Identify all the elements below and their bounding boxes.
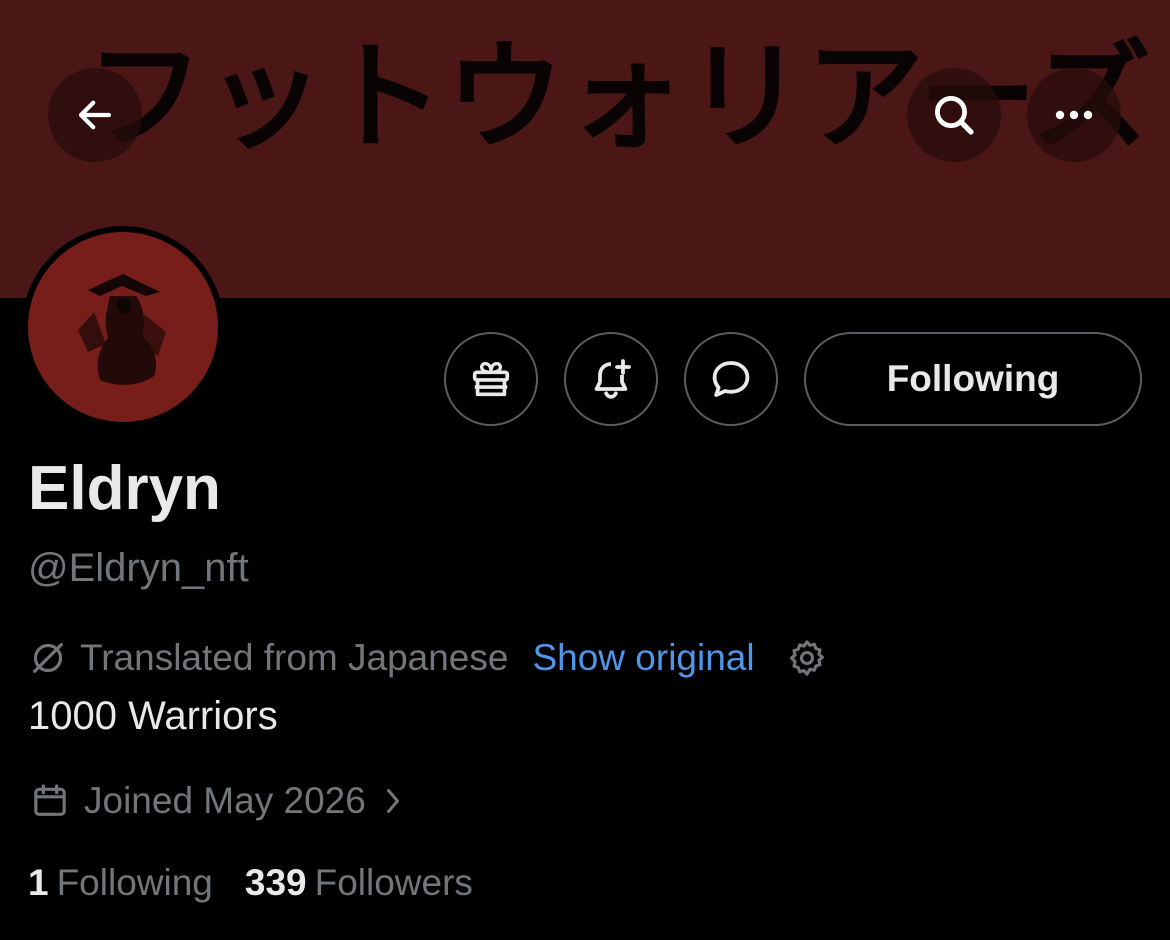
- gift-button[interactable]: [444, 332, 538, 426]
- gift-icon: [472, 362, 510, 397]
- avatar[interactable]: [22, 226, 224, 428]
- bell-plus-icon: [594, 359, 631, 399]
- joined-date: Joined May 2026: [84, 780, 366, 821]
- translate-icon: [33, 643, 63, 673]
- warrior-silhouette-icon: [78, 274, 166, 385]
- translation-settings-button[interactable]: [785, 636, 829, 680]
- search-icon: [934, 95, 974, 135]
- chevron-right-icon: [382, 786, 404, 816]
- more-button[interactable]: [1027, 68, 1121, 162]
- search-button[interactable]: [907, 68, 1001, 162]
- ellipsis-icon: [1055, 110, 1093, 120]
- follow-stats: 1 Following 339 Followers: [28, 864, 473, 901]
- back-button[interactable]: [48, 68, 142, 162]
- followers-stat[interactable]: 339 Followers: [245, 862, 473, 903]
- followers-count: 339: [244, 862, 307, 903]
- following-count: 1: [28, 862, 49, 903]
- show-original-link[interactable]: Show original: [532, 637, 754, 679]
- display-name: Eldryn: [28, 454, 221, 523]
- bio: 1000 Warriors: [28, 694, 278, 738]
- gear-icon: [789, 640, 824, 676]
- translation-label: Translated from Japanese: [80, 637, 509, 678]
- notify-button[interactable]: [564, 332, 658, 426]
- avatar-image: [28, 232, 218, 422]
- joined-date-row[interactable]: Joined May 2026: [30, 778, 404, 824]
- profile-page: フットウォリアーズ Following Eldryn @Eldryn_nft T…: [0, 0, 1170, 940]
- message-button[interactable]: [684, 332, 778, 426]
- following-stat[interactable]: 1 Following: [28, 862, 213, 903]
- message-icon: [712, 361, 750, 397]
- user-handle: @Eldryn_nft: [28, 546, 249, 590]
- arrow-left-icon: [78, 100, 112, 130]
- following-button[interactable]: Following: [804, 332, 1142, 426]
- translation-row: Translated from Japanese Show original: [28, 636, 829, 680]
- following-stat-label: Following: [56, 862, 213, 903]
- followers-stat-label: Followers: [314, 862, 473, 903]
- calendar-icon: [34, 784, 66, 816]
